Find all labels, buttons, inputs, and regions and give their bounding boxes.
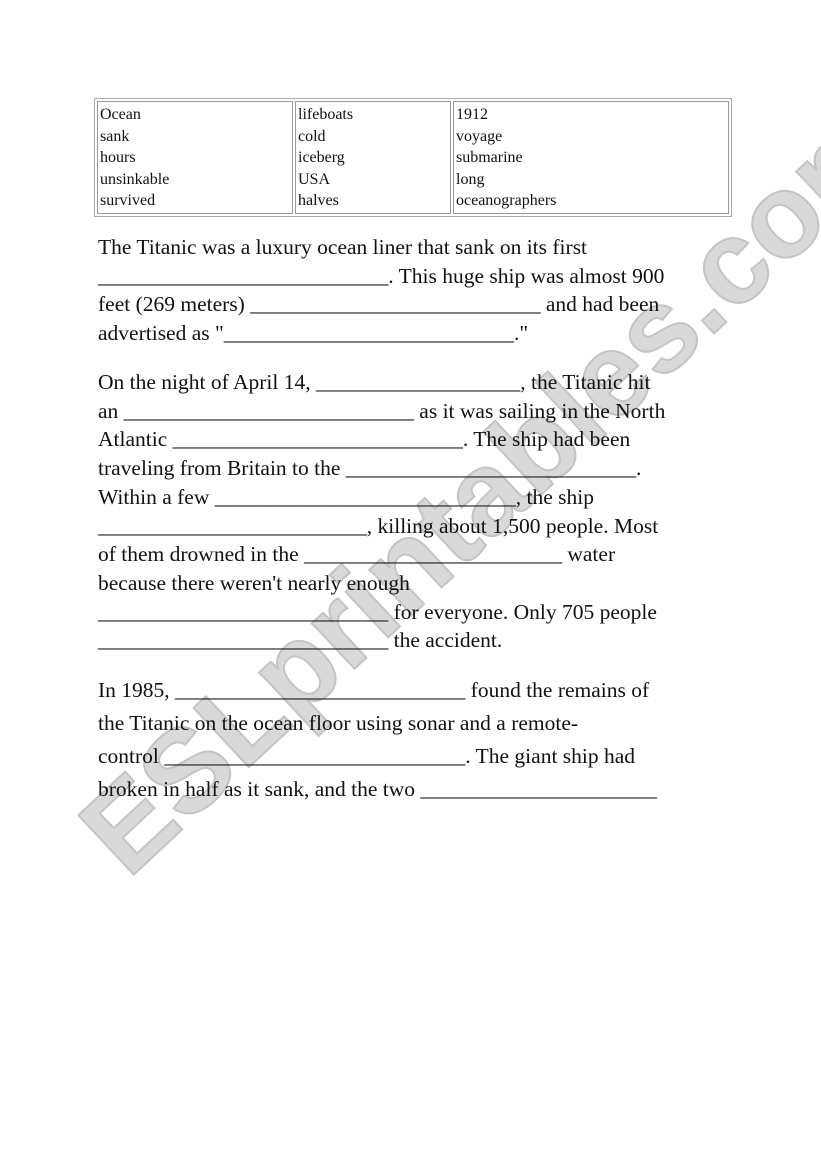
word-bank-word: 1912 — [456, 106, 488, 123]
text-line: control ____________________________. Th… — [98, 744, 636, 768]
word-bank-word: halves — [298, 192, 339, 209]
word-bank-word: USA — [298, 170, 331, 188]
word-bank-column-2: lifeboats cold iceberg USA halves — [295, 101, 451, 214]
word-bank-word: sank — [100, 127, 130, 145]
paragraph-3: In 1985, ___________________________ fou… — [98, 674, 657, 806]
text-line: In 1985, ___________________________ fou… — [98, 678, 650, 702]
word-bank-column-1: Ocean sank hours unsinkable survived — [97, 101, 293, 214]
worksheet-page: ESLprintables.com Ocean sank hours unsinkab… — [0, 0, 821, 1169]
text-line: ___________________________ for everyone… — [98, 599, 657, 624]
text-line: ___________________________. This huge s… — [98, 263, 665, 288]
text-line: advertised as "_________________________… — [98, 321, 529, 346]
word-bank-word: voyage — [456, 127, 503, 145]
word-bank-word: hours — [100, 149, 136, 166]
word-bank-column-3: 1912 voyage submarine long oceanographers — [453, 101, 729, 214]
word-bank-word: cold — [298, 127, 326, 145]
paragraph-2: On the night of April 14, ______________… — [98, 368, 665, 655]
word-bank-word: survived — [100, 192, 156, 209]
text-line: Within a few ___________________________… — [98, 484, 594, 509]
word-bank-word: iceberg — [298, 149, 345, 166]
text-line: Atlantic ___________________________. Th… — [98, 427, 631, 452]
word-bank-word: submarine — [456, 149, 523, 166]
text-line: the Titanic on the ocean floor using son… — [98, 711, 579, 735]
text-line: traveling from Britain to the __________… — [98, 456, 642, 481]
text-line: The Titanic was a luxury ocean liner tha… — [98, 235, 588, 259]
text-line: ___________________________ the accident… — [98, 628, 503, 653]
word-bank-table: Ocean sank hours unsinkable survived lifeboa… — [94, 98, 732, 217]
text-line: On the night of April 14, ______________… — [98, 370, 651, 394]
word-bank-word: Ocean — [100, 106, 141, 123]
word-bank-word: lifeboats — [298, 106, 354, 123]
text-line: broken in half as it sank, and the two _… — [98, 777, 657, 801]
word-bank-word: unsinkable — [100, 170, 170, 188]
word-bank-word: oceanographers — [456, 192, 557, 209]
paragraph-1: The Titanic was a luxury ocean liner tha… — [98, 233, 664, 348]
text-line: an ___________________________ as it was… — [98, 398, 666, 423]
text-line: of them drowned in the _________________… — [98, 542, 616, 567]
text-line: _________________________, killing about… — [98, 513, 659, 538]
word-bank-word: long — [456, 170, 485, 188]
text-line: feet (269 meters) ______________________… — [98, 292, 660, 317]
text-line: because there weren't nearly enough — [98, 570, 410, 595]
